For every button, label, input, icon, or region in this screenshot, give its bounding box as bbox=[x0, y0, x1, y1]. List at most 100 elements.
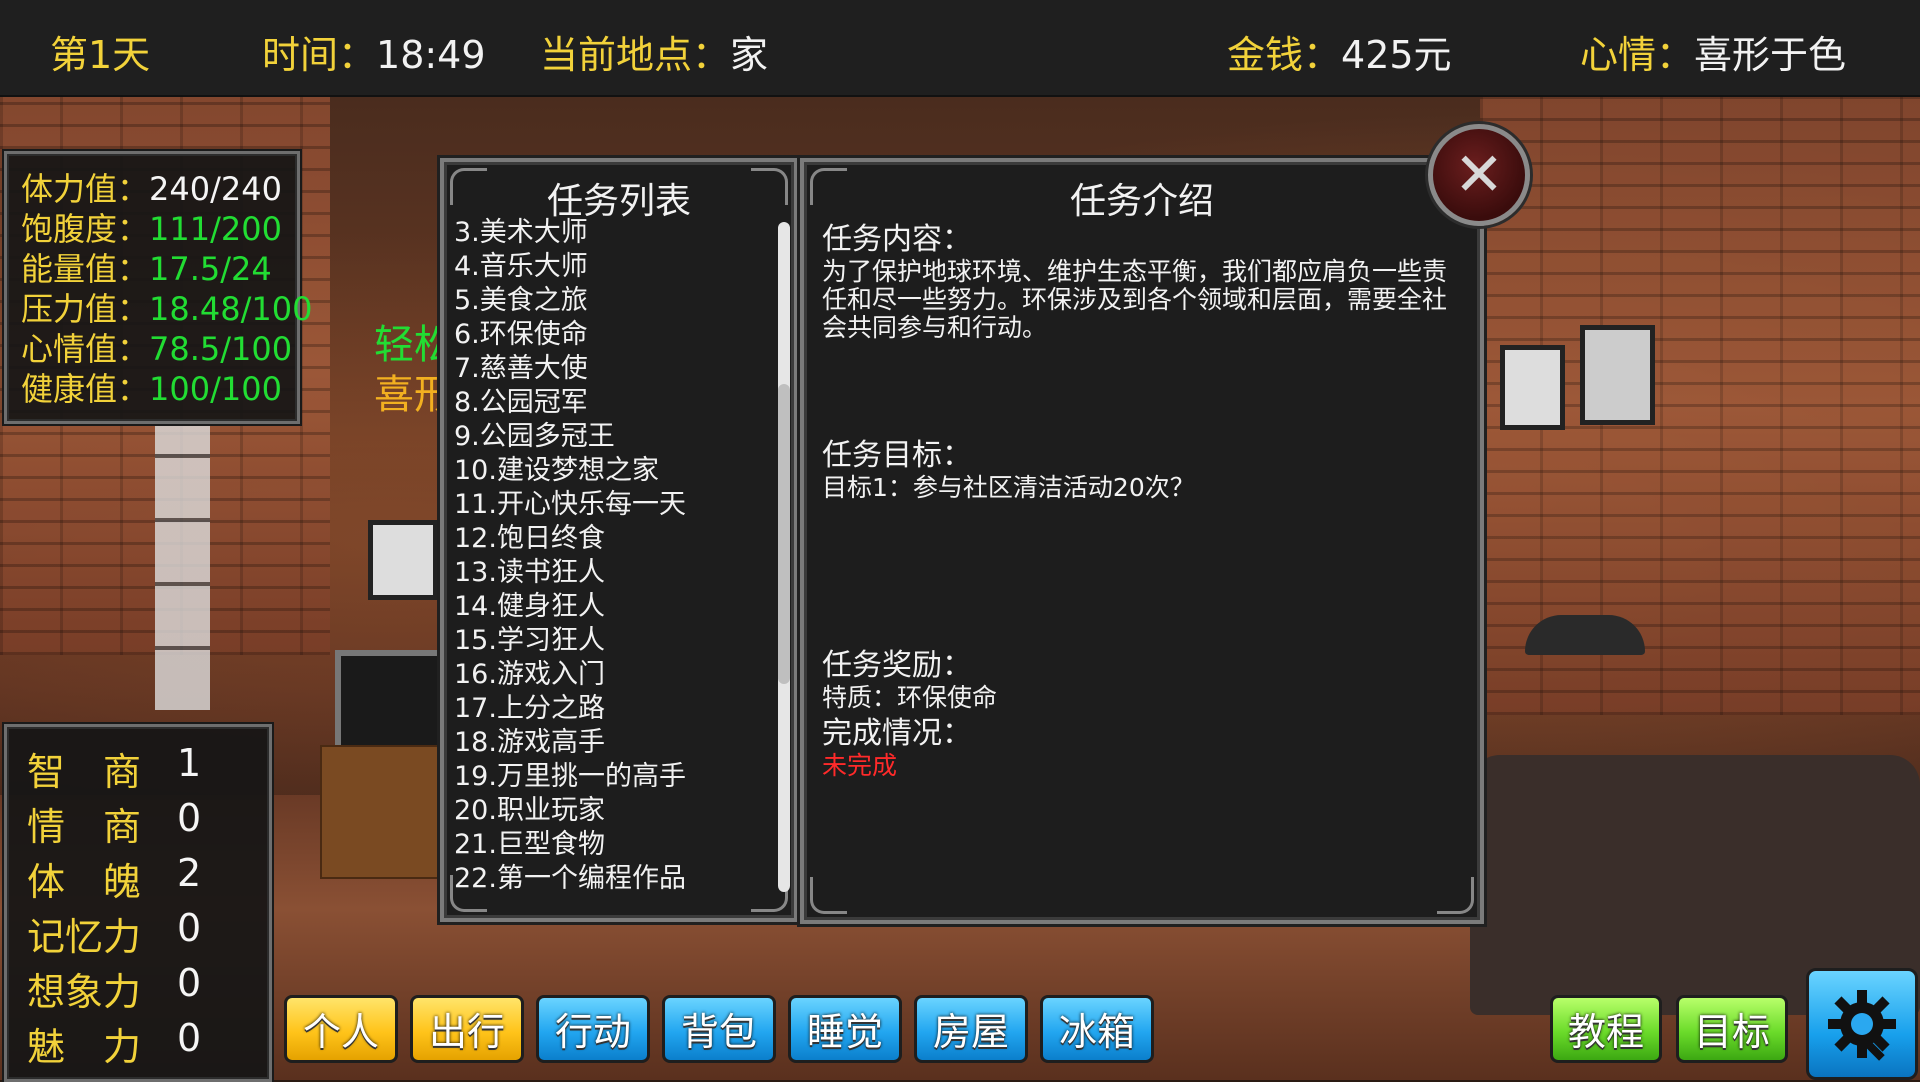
vital-stats-panel: 体力值：240/240 饱腹度：111/200 能量值：17.5/24 压力值：… bbox=[4, 151, 312, 424]
attr-label: 想象力 bbox=[27, 970, 142, 1014]
task-list-item[interactable]: 3.美术大师 bbox=[454, 216, 766, 250]
task-reward-label: 任务奖励： bbox=[822, 648, 972, 683]
stat-value: 111/200 bbox=[149, 210, 282, 248]
task-list-item[interactable]: 15.学习狂人 bbox=[454, 624, 766, 658]
attr-imagination: 想象力 0 bbox=[27, 961, 201, 1016]
task-detail-body: 任务内容： 为了保护地球环境、维护生态平衡，我们都应肩负一些责任和尽一些努力。环… bbox=[822, 222, 1462, 780]
ornament bbox=[1437, 877, 1474, 914]
task-list-item[interactable]: 11.开心快乐每一天 bbox=[454, 488, 766, 522]
location-display: 当前地点：家 bbox=[540, 24, 768, 79]
task-list-item[interactable]: 13.读书狂人 bbox=[454, 556, 766, 590]
task-list[interactable]: 3.美术大师 4.音乐大师 5.美食之旅 6.环保使命 7.慈善大使 8.公园冠军 9.公园… bbox=[454, 216, 766, 906]
attr-value: 0 bbox=[177, 961, 202, 1005]
cabinet bbox=[320, 745, 454, 879]
task-goal-text: 目标1：参与社区清洁活动20次？ bbox=[822, 473, 1195, 502]
stat-label: 健康值： bbox=[21, 370, 150, 408]
attr-physique: 体 魄 2 bbox=[27, 851, 201, 906]
close-button[interactable]: ✕ bbox=[1428, 124, 1530, 226]
top-status-bar: 第1天 时间：18:49 当前地点：家 金钱：425元 心情：喜形于色 bbox=[0, 0, 1920, 95]
time-label: 时间： bbox=[262, 33, 377, 77]
time-display: 时间：18:49 bbox=[262, 24, 486, 79]
stat-label: 心情值： bbox=[21, 330, 150, 368]
task-list-scroll-thumb[interactable] bbox=[778, 384, 790, 684]
television bbox=[335, 650, 447, 752]
task-list-item[interactable]: 21.巨型食物 bbox=[454, 828, 766, 862]
wall-picture bbox=[368, 520, 438, 600]
task-list-item[interactable]: 18.游戏高手 bbox=[454, 726, 766, 760]
money-label: 金钱： bbox=[1227, 33, 1342, 77]
close-icon: ✕ bbox=[1453, 140, 1505, 210]
task-list-item[interactable]: 19.万里挑一的高手 bbox=[454, 760, 766, 794]
attr-label: 智 商 bbox=[27, 750, 142, 794]
fridge-button[interactable]: 冰箱 bbox=[1040, 995, 1154, 1063]
attr-charm: 魅 力 0 bbox=[27, 1016, 201, 1071]
task-list-item[interactable]: 7.慈善大使 bbox=[454, 352, 766, 386]
task-list-item[interactable]: 22.第一个编程作品 bbox=[454, 862, 766, 896]
stat-label: 压力值： bbox=[21, 290, 150, 328]
attr-value: 1 bbox=[177, 741, 202, 785]
task-content-label: 任务内容： bbox=[822, 222, 972, 257]
attr-memory: 记忆力 0 bbox=[27, 906, 201, 961]
stat-value: 17.5/24 bbox=[149, 250, 272, 288]
money-display: 金钱：425元 bbox=[1227, 24, 1452, 79]
tutorial-button[interactable]: 教程 bbox=[1550, 995, 1662, 1063]
stat-label: 能量值： bbox=[21, 250, 150, 288]
sleep-button[interactable]: 睡觉 bbox=[788, 995, 902, 1063]
attributes-panel: 智 商 1 情 商 0 体 魄 2 记忆力 0 想象力 0 魅 力 0 bbox=[4, 724, 272, 1082]
wall-picture bbox=[1500, 345, 1565, 430]
hanging-lamp bbox=[1525, 615, 1645, 655]
settings-button[interactable] bbox=[1806, 968, 1918, 1080]
task-status-label: 完成情况： bbox=[822, 716, 972, 751]
travel-button[interactable]: 出行 bbox=[410, 995, 524, 1063]
wall-picture bbox=[1580, 325, 1655, 425]
attr-value: 0 bbox=[177, 906, 202, 950]
task-list-item[interactable]: 12.饱日终食 bbox=[454, 522, 766, 556]
stat-health: 健康值：100/100 bbox=[21, 364, 282, 410]
gear-wrench-icon bbox=[1828, 990, 1896, 1061]
task-list-item[interactable]: 10.建设梦想之家 bbox=[454, 454, 766, 488]
task-list-item[interactable]: 5.美食之旅 bbox=[454, 284, 766, 318]
backpack-button[interactable]: 背包 bbox=[662, 995, 776, 1063]
task-reward-text: 特质：环保使命 bbox=[822, 683, 998, 712]
house-button[interactable]: 房屋 bbox=[914, 995, 1028, 1063]
stat-label: 体力值： bbox=[21, 170, 150, 208]
location-value: 家 bbox=[730, 33, 769, 77]
action-button[interactable]: 行动 bbox=[536, 995, 650, 1063]
task-list-item[interactable]: 16.游戏入门 bbox=[454, 658, 766, 692]
task-list-item[interactable]: 20.职业玩家 bbox=[454, 794, 766, 828]
task-content-text: 为了保护地球环境、维护生态平衡，我们都应肩负一些责任和尽一些努力。环保涉及到各个… bbox=[822, 257, 1448, 342]
mood-value: 喜形于色 bbox=[1694, 33, 1847, 77]
attr-value: 0 bbox=[177, 796, 202, 840]
task-list-item[interactable]: 17.上分之路 bbox=[454, 692, 766, 726]
attr-value: 2 bbox=[177, 851, 202, 895]
stat-value: 78.5/100 bbox=[149, 330, 293, 368]
task-list-item[interactable]: 14.健身狂人 bbox=[454, 590, 766, 624]
stat-label: 饱腹度： bbox=[21, 210, 150, 248]
window bbox=[155, 420, 210, 710]
day-counter: 第1天 bbox=[50, 33, 151, 77]
ornament bbox=[810, 877, 847, 914]
task-list-window: 任务列表 3.美术大师 4.音乐大师 5.美食之旅 6.环保使命 7.慈善大使 8.公园冠… bbox=[440, 158, 798, 922]
time-value: 18:49 bbox=[376, 33, 486, 77]
attr-label: 情 商 bbox=[27, 805, 142, 849]
attr-iq: 智 商 1 bbox=[27, 741, 201, 796]
attr-label: 魅 力 bbox=[27, 1025, 142, 1069]
task-list-item[interactable]: 8.公园冠军 bbox=[454, 386, 766, 420]
task-goal-label: 任务目标： bbox=[822, 438, 972, 473]
location-label: 当前地点： bbox=[540, 33, 731, 77]
goal-button[interactable]: 目标 bbox=[1676, 995, 1788, 1063]
stat-value: 240/240 bbox=[149, 170, 282, 208]
task-detail-title: 任务介绍 bbox=[1069, 181, 1214, 222]
stat-value: 100/100 bbox=[149, 370, 282, 408]
task-list-item[interactable]: 9.公园多冠王 bbox=[454, 420, 766, 454]
task-detail-window: 任务介绍 任务内容： 为了保护地球环境、维护生态平衡，我们都应肩负一些责任和尽一… bbox=[800, 158, 1484, 924]
mood-display: 心情：喜形于色 bbox=[1580, 24, 1846, 79]
attr-eq: 情 商 0 bbox=[27, 796, 201, 851]
task-status-text: 未完成 bbox=[822, 751, 898, 780]
attr-label: 体 魄 bbox=[27, 860, 142, 904]
attr-value: 0 bbox=[177, 1016, 202, 1060]
personal-button[interactable]: 个人 bbox=[284, 995, 398, 1063]
attr-label: 记忆力 bbox=[27, 915, 142, 959]
task-list-item[interactable]: 6.环保使命 bbox=[454, 318, 766, 352]
task-list-item[interactable]: 4.音乐大师 bbox=[454, 250, 766, 284]
